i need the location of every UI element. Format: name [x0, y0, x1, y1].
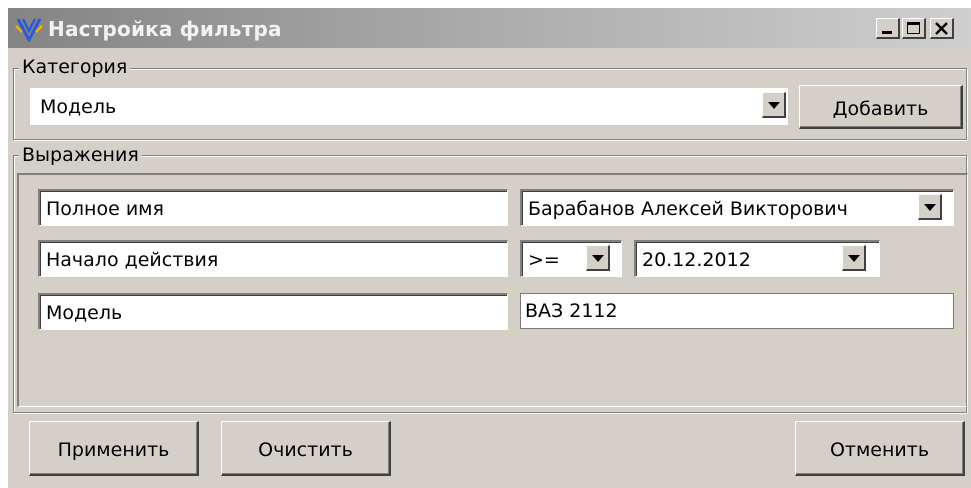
- operator-value: >=: [528, 249, 560, 271]
- category-group-label: Категория: [19, 56, 131, 78]
- chevron-down-icon[interactable]: [842, 245, 866, 271]
- close-icon: [935, 22, 948, 35]
- expression-field-label: Модель: [46, 302, 123, 324]
- clear-button[interactable]: Очистить: [221, 421, 391, 476]
- expression-field-label: Полное имя: [46, 198, 164, 220]
- expression-field-name-3[interactable]: Модель: [38, 293, 508, 330]
- add-button[interactable]: Добавить: [799, 85, 963, 129]
- operator-select[interactable]: >=: [520, 240, 622, 277]
- maximize-button[interactable]: [902, 18, 926, 39]
- category-select[interactable]: Модель: [30, 88, 788, 125]
- cancel-button[interactable]: Отменить: [795, 421, 965, 476]
- date-picker[interactable]: 20.12.2012: [634, 240, 880, 277]
- maximize-icon: [907, 22, 920, 34]
- expression-value-text: ВАЗ 2112: [525, 300, 618, 322]
- expression-field-name-2[interactable]: Начало действия: [38, 240, 508, 277]
- chevron-down-icon[interactable]: [918, 194, 942, 220]
- expression-value-text: Барабанов Алексей Викторович: [528, 198, 848, 220]
- window-title: Настройка фильтра: [48, 17, 282, 41]
- clear-button-label: Очистить: [258, 439, 353, 461]
- app-logo-icon: [15, 18, 43, 42]
- apply-button[interactable]: Применить: [29, 421, 199, 476]
- cancel-button-label: Отменить: [829, 439, 930, 461]
- close-button[interactable]: [930, 18, 954, 39]
- date-value: 20.12.2012: [642, 249, 751, 271]
- apply-button-label: Применить: [57, 439, 170, 461]
- expression-field-label: Начало действия: [46, 249, 219, 271]
- minimize-icon: [882, 31, 892, 34]
- expression-field-name-1[interactable]: Полное имя: [38, 189, 508, 226]
- expressions-group-label: Выражения: [19, 144, 142, 166]
- filter-settings-window: Настройка фильтра Категория Модель Добав…: [8, 8, 971, 488]
- title-bar[interactable]: Настройка фильтра: [8, 8, 971, 48]
- expression-value-input-3[interactable]: ВАЗ 2112: [520, 293, 954, 329]
- chevron-down-icon[interactable]: [586, 245, 610, 271]
- category-selected-value: Модель: [40, 96, 117, 118]
- minimize-button[interactable]: [876, 18, 900, 39]
- category-dropdown-button[interactable]: [762, 92, 786, 118]
- expression-value-select-1[interactable]: Барабанов Алексей Викторович: [520, 189, 954, 226]
- add-button-label: Добавить: [832, 98, 929, 120]
